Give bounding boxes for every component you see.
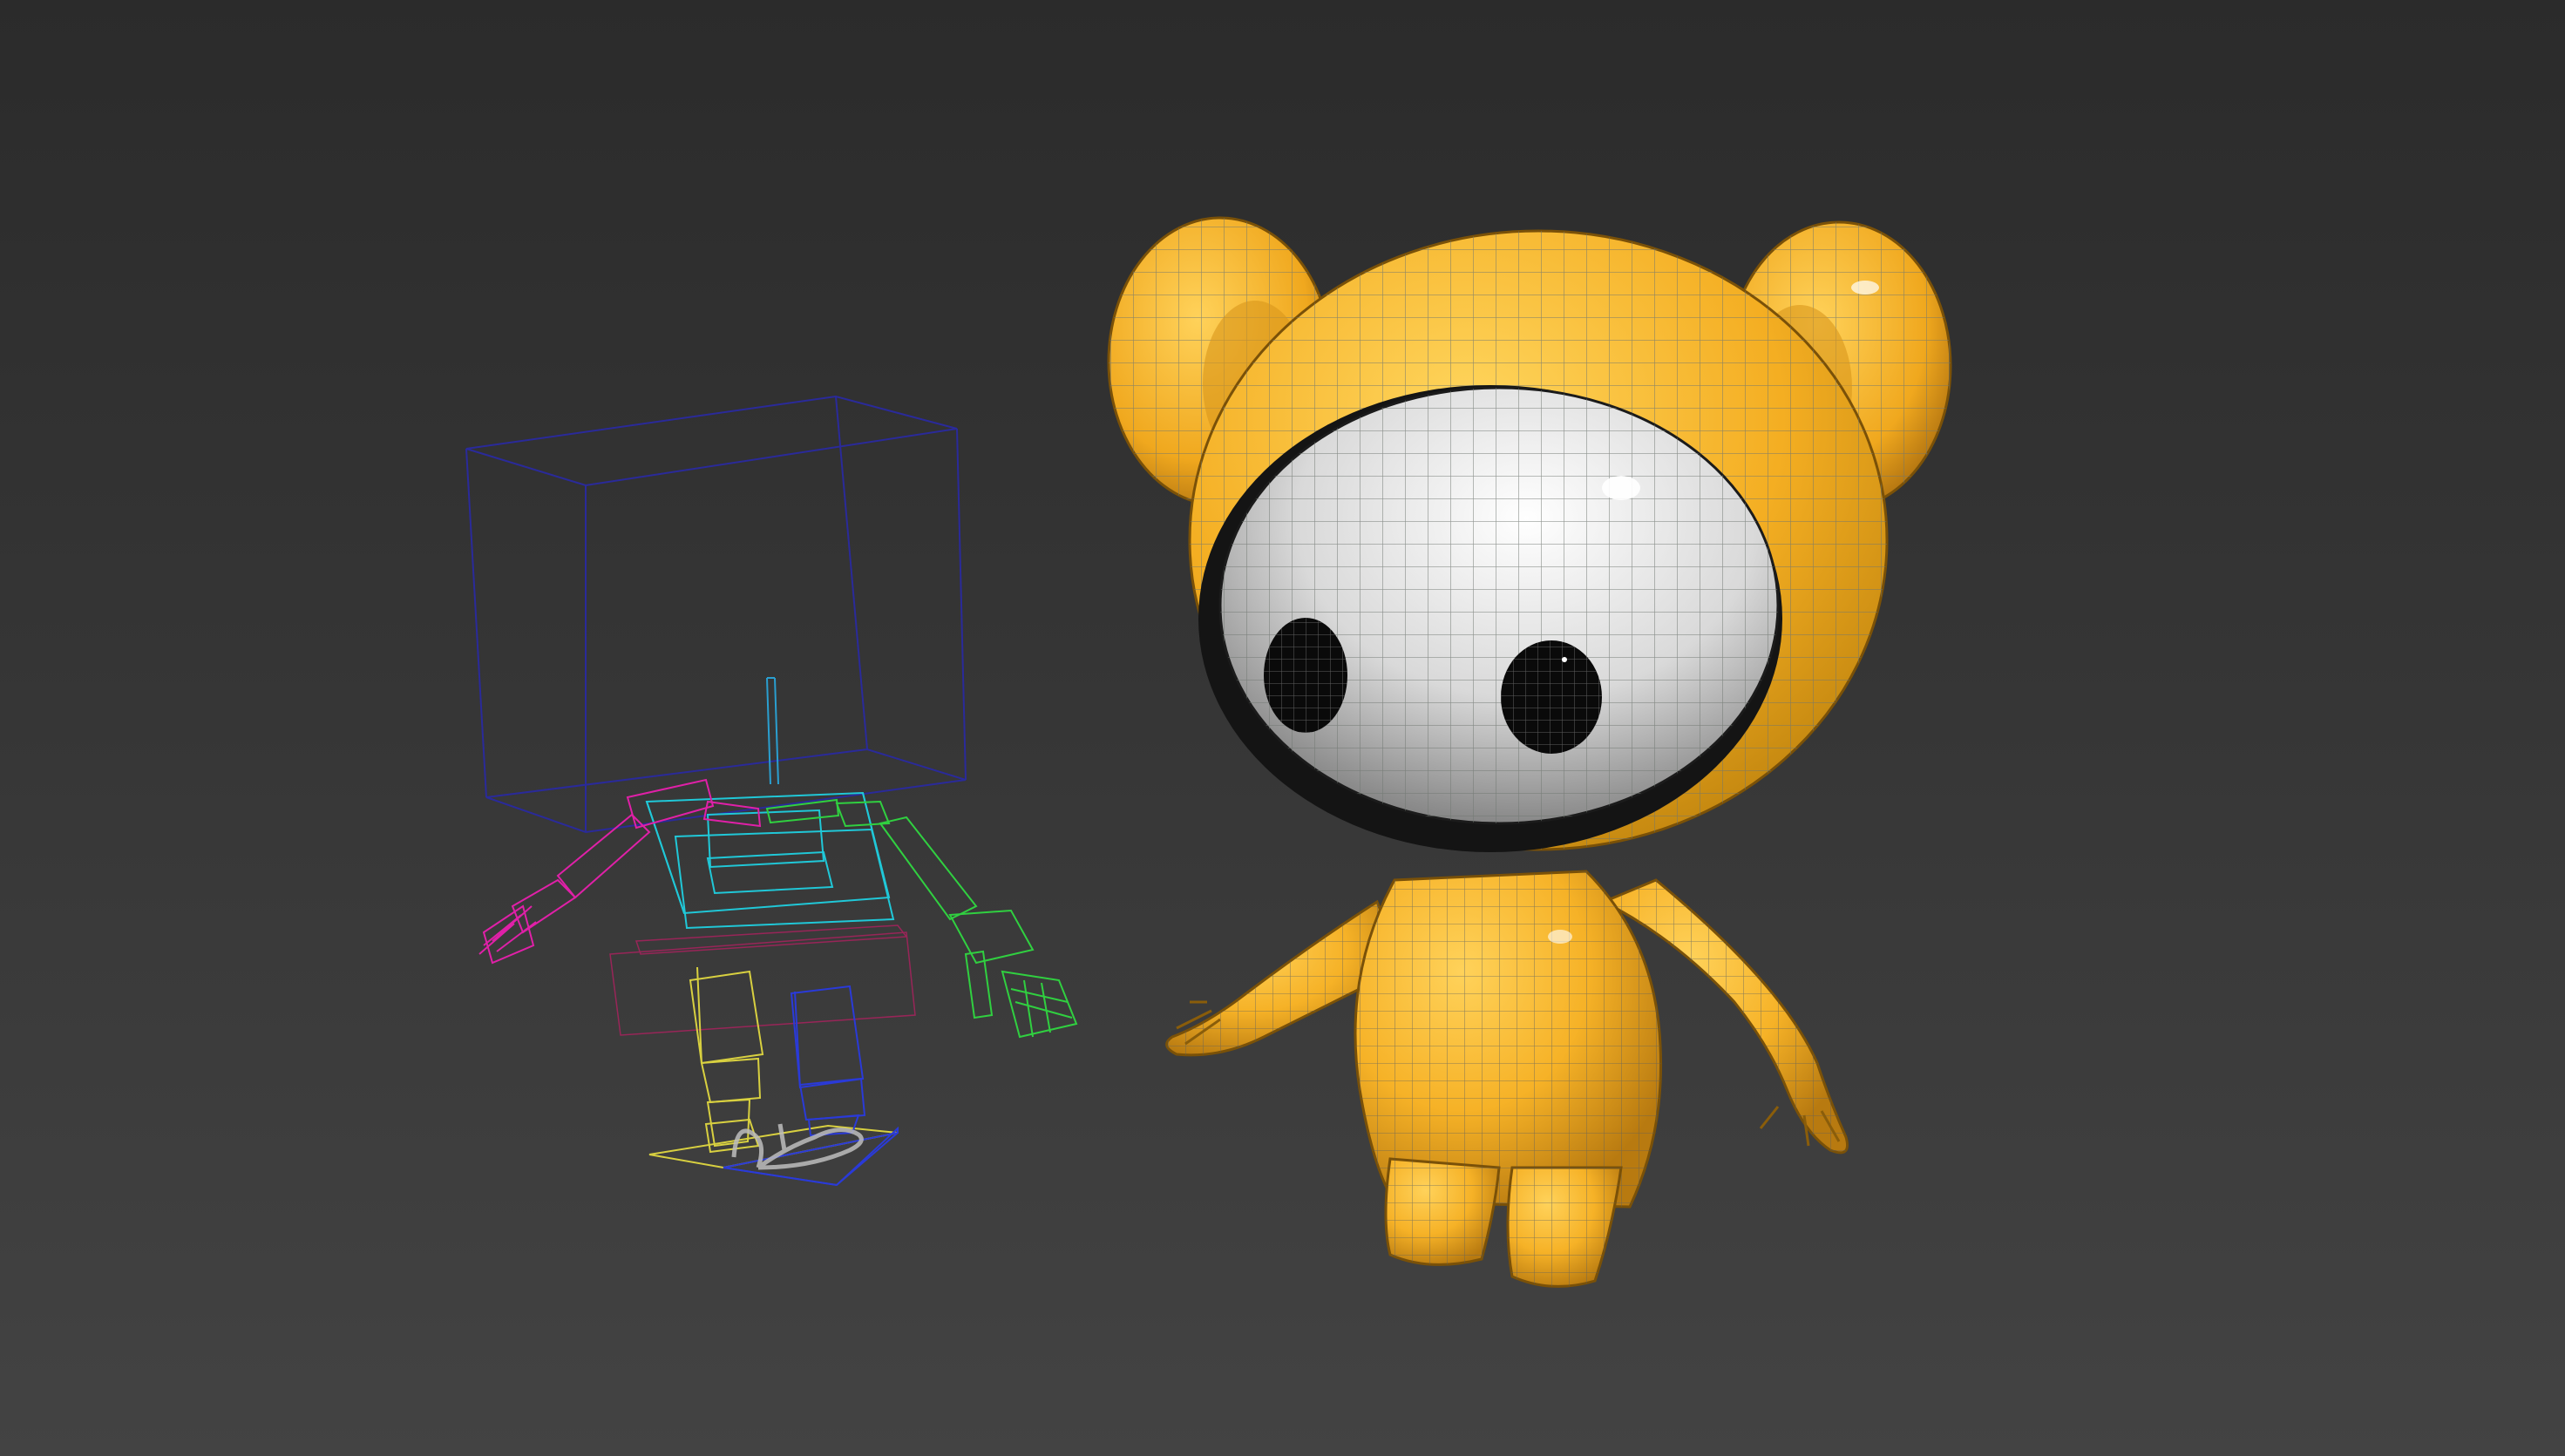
right-eye[interactable] (1501, 640, 1602, 754)
neck-bone[interactable] (766, 677, 779, 785)
left-leg[interactable] (1384, 1157, 1501, 1266)
hip-bone[interactable] (609, 924, 916, 1036)
left-eye[interactable] (1264, 618, 1347, 733)
left-arm-bone[interactable] (765, 798, 1078, 1039)
face[interactable] (1198, 385, 1782, 852)
pelvis-bone[interactable] (645, 791, 895, 930)
right-leg-bone[interactable] (723, 985, 899, 1187)
biped-skeleton-icon[interactable] (465, 395, 1078, 1187)
3d-viewport[interactable] (0, 0, 2565, 1456)
bear-character-mesh[interactable] (1107, 216, 1952, 1288)
torso[interactable] (1354, 870, 1663, 1209)
right-leg[interactable] (1506, 1166, 1623, 1288)
right-arm-bone[interactable] (478, 778, 762, 965)
head-bone-box[interactable] (465, 395, 967, 834)
viewport-scene (465, 216, 1952, 1288)
